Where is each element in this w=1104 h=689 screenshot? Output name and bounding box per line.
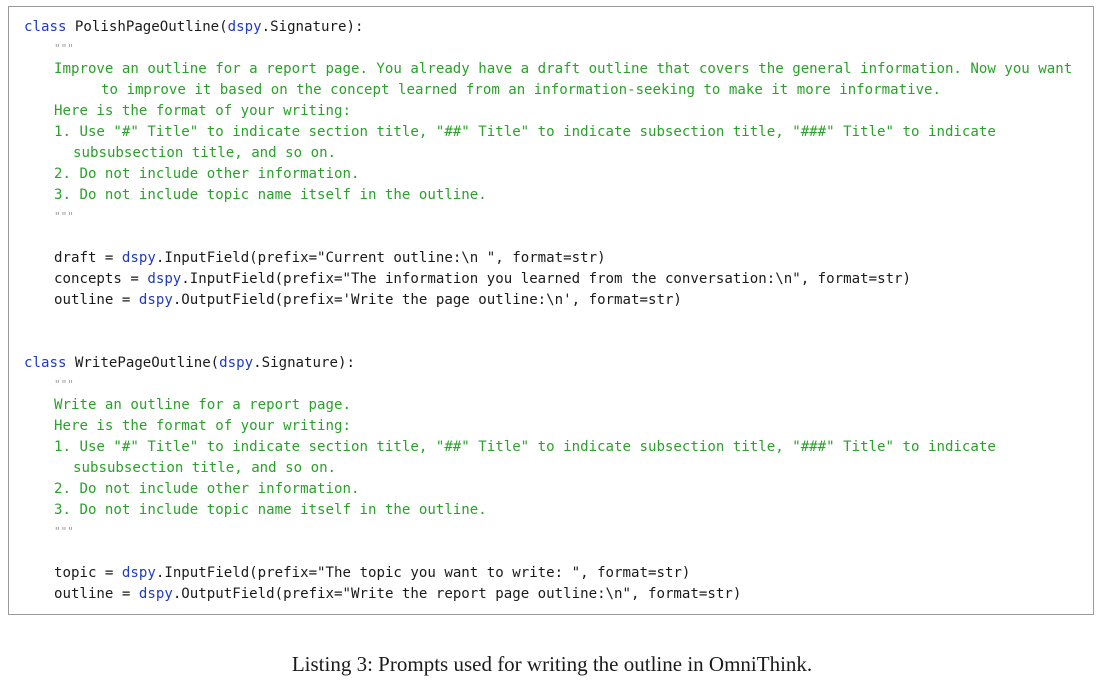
docstring-line: Here is the format of your writing: — [54, 418, 351, 434]
triple-quote: """ — [54, 525, 74, 538]
docstring-line: 3. Do not include topic name itself in t… — [54, 502, 487, 518]
code-listing: class PolishPageOutline(dspy.Signature):… — [24, 17, 1083, 605]
field-name: draft = — [54, 250, 122, 266]
class-name: WritePageOutline( — [66, 355, 220, 371]
code-listing-frame: class PolishPageOutline(dspy.Signature):… — [8, 6, 1094, 615]
module-name: dspy — [138, 586, 173, 602]
base-class: .Signature): — [253, 355, 355, 371]
class-keyword: class — [24, 19, 67, 35]
docstring-line: 2. Do not include other information. — [54, 166, 360, 182]
docstring-line: 1. Use "#" Title" to indicate section ti… — [54, 124, 996, 140]
class-name: PolishPageOutline( — [66, 19, 228, 35]
field-name: topic = — [54, 565, 122, 581]
field-call: .OutputField(prefix="Write the report pa… — [172, 586, 742, 602]
docstring-line: subsubsection title, and so on. — [73, 460, 337, 476]
class-keyword: class — [24, 355, 67, 371]
module-name: dspy — [219, 355, 254, 371]
docstring-line: Write an outline for a report page. — [54, 397, 351, 413]
triple-quote: """ — [54, 210, 74, 223]
docstring-line: 2. Do not include other information. — [54, 481, 360, 497]
class-definition-write: class WritePageOutline(dspy.Signature): — [24, 353, 1083, 374]
docstring-line: 1. Use "#" Title" to indicate section ti… — [54, 439, 996, 455]
module-name: dspy — [121, 250, 156, 266]
field-call: .InputField(prefix="The information you … — [181, 271, 912, 287]
class-definition-polish: class PolishPageOutline(dspy.Signature): — [24, 17, 1083, 38]
triple-quote: """ — [54, 378, 74, 391]
docstring-line: Here is the format of your writing: — [54, 103, 351, 119]
field-definition: concepts = dspy.InputField(prefix="The i… — [24, 269, 1083, 290]
docstring-line: subsubsection title, and so on. — [73, 145, 337, 161]
docstring-line: to improve it based on the concept learn… — [101, 82, 942, 98]
listing-caption: Listing 3: Prompts used for writing the … — [291, 652, 813, 676]
field-call: .InputField(prefix="The topic you want t… — [155, 565, 691, 581]
docstring-line: 3. Do not include topic name itself in t… — [54, 187, 487, 203]
docstring-open: """ — [24, 38, 1083, 59]
module-name: dspy — [147, 271, 182, 287]
field-definition: outline = dspy.OutputField(prefix="Write… — [24, 584, 1083, 605]
field-name: concepts = — [54, 271, 148, 287]
field-name: outline = — [54, 586, 139, 602]
docstring-close: """ — [24, 521, 1083, 542]
field-name: outline = — [54, 292, 139, 308]
field-definition: draft = dspy.InputField(prefix="Current … — [24, 248, 1083, 269]
field-definition: outline = dspy.OutputField(prefix='Write… — [24, 290, 1083, 311]
module-name: dspy — [227, 19, 262, 35]
module-name: dspy — [121, 565, 156, 581]
triple-quote: """ — [54, 42, 74, 55]
base-class: .Signature): — [261, 19, 364, 35]
field-definition: topic = dspy.InputField(prefix="The topi… — [24, 563, 1083, 584]
field-call: .InputField(prefix="Current outline:\n "… — [155, 250, 606, 266]
docstring-open: """ — [24, 374, 1083, 395]
field-call: .OutputField(prefix='Write the page outl… — [172, 292, 682, 308]
docstring-line: Improve an outline for a report page. Yo… — [54, 61, 1073, 77]
docstring-close: """ — [24, 206, 1083, 227]
module-name: dspy — [138, 292, 173, 308]
